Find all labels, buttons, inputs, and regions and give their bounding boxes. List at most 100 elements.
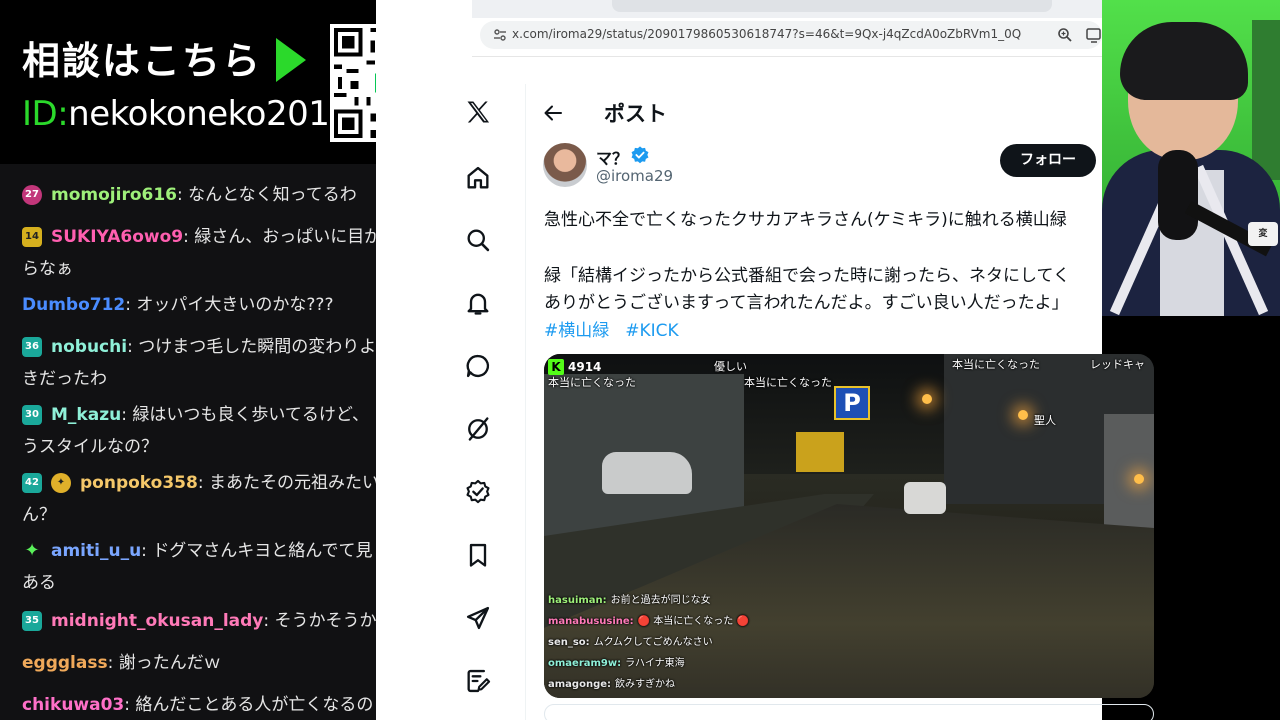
video-chat-line: sen_so: ムクムクしてごめんなさい bbox=[548, 636, 713, 650]
chat-message: 35 midnight_okusan_lady: そうかそうか bbox=[22, 604, 376, 638]
sub-badge-icon: 30 bbox=[22, 405, 42, 425]
chat-bubble-icon[interactable] bbox=[464, 352, 492, 380]
tweet-text-line: 緑「結構イジったから公式番組で会った時に謝ったら、ネタにしてく bbox=[544, 266, 1070, 286]
sub-badge-icon: 27 bbox=[22, 185, 42, 205]
video-chat-text: 飲みすぎかね bbox=[615, 679, 676, 690]
sub-badge-icon: 35 bbox=[22, 611, 42, 631]
hashtag-row: #横山緑 #KICK bbox=[544, 316, 695, 341]
sub-badge-icon: 42 bbox=[22, 473, 42, 493]
kick-logo-icon: K bbox=[548, 359, 564, 375]
video-scene bbox=[1018, 410, 1028, 420]
video-chat-text: ムクムクしてごめんなさい bbox=[593, 637, 713, 648]
chat-text-continued: ん？ bbox=[22, 505, 56, 525]
chat-text: 緑さん、おっぱいに目が bbox=[194, 227, 376, 247]
promo-id-value: nekokoneko2018 bbox=[68, 94, 351, 134]
hashtag-link[interactable]: #横山緑 bbox=[544, 321, 609, 341]
chat-text: 絡んだことある人が亡くなるの bbox=[135, 695, 374, 715]
divider bbox=[472, 56, 1102, 57]
rocket-icon[interactable] bbox=[464, 604, 492, 632]
chat-message: 14 SUKIYA6owo9: 緑さん、おっぱいに目が らなぁ bbox=[22, 220, 376, 284]
chat-username[interactable]: momojiro616 bbox=[51, 185, 177, 205]
chat-message: 30 M_kazu: 緑はいつも良く歩いてるけど、 うスタイルなの？ bbox=[22, 398, 376, 462]
chat-username[interactable]: M_kazu bbox=[51, 405, 121, 425]
sub-badge-icon: 36 bbox=[22, 337, 42, 357]
bookmark-icon[interactable] bbox=[464, 541, 492, 569]
compose-icon[interactable] bbox=[464, 667, 492, 695]
chat-username[interactable]: Dumbo712 bbox=[22, 295, 125, 315]
chat-text: 緑はいつも良く歩いてるけど、 bbox=[132, 405, 369, 425]
chat-message: chikuwa03: 絡んだことある人が亡くなるの bbox=[22, 695, 374, 715]
back-arrow-icon[interactable] bbox=[542, 102, 564, 124]
quoted-card-edge bbox=[544, 704, 1154, 720]
video-chat-user: hasuiman: bbox=[548, 595, 607, 606]
video-chat-line: amagonge: 飲みすぎかね bbox=[548, 678, 675, 692]
video-chat-text: お前と過去が同じな女 bbox=[610, 595, 711, 606]
tweet-text-line: ありがとうございますって言われたんだよ。すごい良い人だったよ」 bbox=[544, 293, 1069, 313]
search-icon[interactable] bbox=[464, 226, 492, 254]
author-handle[interactable]: @iroma29 bbox=[596, 167, 673, 185]
video-chat-user: sen_so: bbox=[548, 637, 590, 648]
chat-text: つけまつ毛した瞬間の変わりよ bbox=[138, 337, 376, 357]
chat-username[interactable]: SUKIYA6owo9 bbox=[51, 227, 183, 247]
viewer-count: 4914 bbox=[568, 360, 602, 374]
chat-text: まあたその元祖みたい bbox=[208, 473, 376, 493]
author-name[interactable]: マ？ bbox=[596, 145, 628, 169]
promo-title: 相談はこちら bbox=[22, 39, 263, 83]
video-chat-text: 🔴 本当に亡くなった 🔴 bbox=[637, 616, 749, 627]
chat-username[interactable]: eggglass bbox=[22, 653, 108, 673]
chat-message: eggglass: 謝ったんだｗ bbox=[22, 653, 221, 673]
floating-comment: 聖人 bbox=[1034, 414, 1056, 427]
video-chat-user: amagonge: bbox=[548, 679, 612, 690]
chat-username[interactable]: midnight_okusan_lady bbox=[51, 611, 263, 631]
video-scene bbox=[796, 432, 844, 472]
chat-message: 27 momojiro616: なんとなく知ってるわ bbox=[22, 178, 376, 212]
verified-check-icon[interactable] bbox=[464, 478, 492, 506]
tweet-text-line: 急性心不全で亡くなったクサカアキラさん(ケミキラ)に触れる横山緑 bbox=[544, 210, 1067, 230]
chat-username[interactable]: ponpoko358 bbox=[80, 473, 198, 493]
chat-username[interactable]: amiti_u_u bbox=[51, 541, 141, 561]
follow-button[interactable]: フォロー bbox=[1000, 144, 1096, 177]
floating-comment: レッドキャ bbox=[1090, 358, 1145, 371]
chat-text: そうかそうか bbox=[274, 611, 376, 631]
stream-chat: 27 momojiro616: なんとなく知ってるわ 14 SUKIYA6owo9:… bbox=[0, 164, 376, 720]
tanuki-emote-icon: ✦ bbox=[51, 473, 71, 493]
x-logo-icon[interactable] bbox=[464, 98, 492, 126]
chat-message: ✦ amiti_u_u: ドグマさんキヨと絡んでて見 ある bbox=[22, 534, 376, 598]
hashtag-link[interactable]: #KICK bbox=[625, 321, 678, 341]
url-text[interactable]: x.com/iroma29/status/2090179860530618747… bbox=[512, 27, 1021, 41]
chat-username[interactable]: chikuwa03 bbox=[22, 695, 124, 715]
home-icon[interactable] bbox=[464, 164, 492, 192]
webcam-scene bbox=[1120, 22, 1248, 100]
x-sidebar-nav bbox=[446, 84, 526, 720]
microphone bbox=[1158, 150, 1198, 240]
floating-comment: 本当に亡くなった bbox=[744, 376, 832, 389]
chat-username[interactable]: nobuchi bbox=[51, 337, 127, 357]
chat-text: 謝ったんだｗ bbox=[118, 653, 221, 673]
chat-message: 36 nobuchi: つけまつ毛した瞬間の変わりよ きだったわ bbox=[22, 330, 376, 394]
site-settings-icon[interactable] bbox=[492, 27, 508, 43]
zoom-icon[interactable] bbox=[1057, 27, 1073, 43]
chat-message: Dumbo712: オッパイ大きいのかな??? bbox=[22, 295, 334, 315]
active-tab[interactable] bbox=[612, 0, 1052, 12]
webcam-scene bbox=[1252, 20, 1280, 180]
video-scene bbox=[922, 394, 932, 404]
video-scene bbox=[1134, 474, 1144, 484]
chat-text-continued: らなぁ bbox=[22, 259, 73, 279]
notifications-bell-icon[interactable] bbox=[464, 289, 492, 317]
embedded-video[interactable]: P K 4914 本当に亡くなった 優しい 本当に亡くなった 本当に亡くなった … bbox=[544, 354, 1154, 698]
chat-text-continued: ある bbox=[22, 573, 56, 593]
chat-text-continued: うスタイルなの？ bbox=[22, 437, 158, 457]
shirt-patch: 変 bbox=[1248, 222, 1278, 246]
author-avatar[interactable] bbox=[543, 143, 587, 187]
column-divider bbox=[525, 84, 526, 720]
address-bar[interactable]: x.com/iroma29/status/2090179860530618747… bbox=[480, 21, 1102, 49]
promo-id-label: ID: bbox=[22, 94, 69, 134]
grok-icon[interactable] bbox=[464, 415, 492, 443]
floating-comment: 本当に亡くなった bbox=[548, 376, 636, 389]
play-arrow-icon bbox=[276, 38, 306, 82]
video-scene bbox=[602, 452, 692, 494]
chat-text: なんとなく知ってるわ bbox=[188, 185, 357, 205]
tab-strip[interactable] bbox=[472, 0, 1102, 18]
install-app-icon[interactable] bbox=[1085, 26, 1102, 44]
promo-id: ID:nekokoneko2018 bbox=[22, 94, 351, 134]
